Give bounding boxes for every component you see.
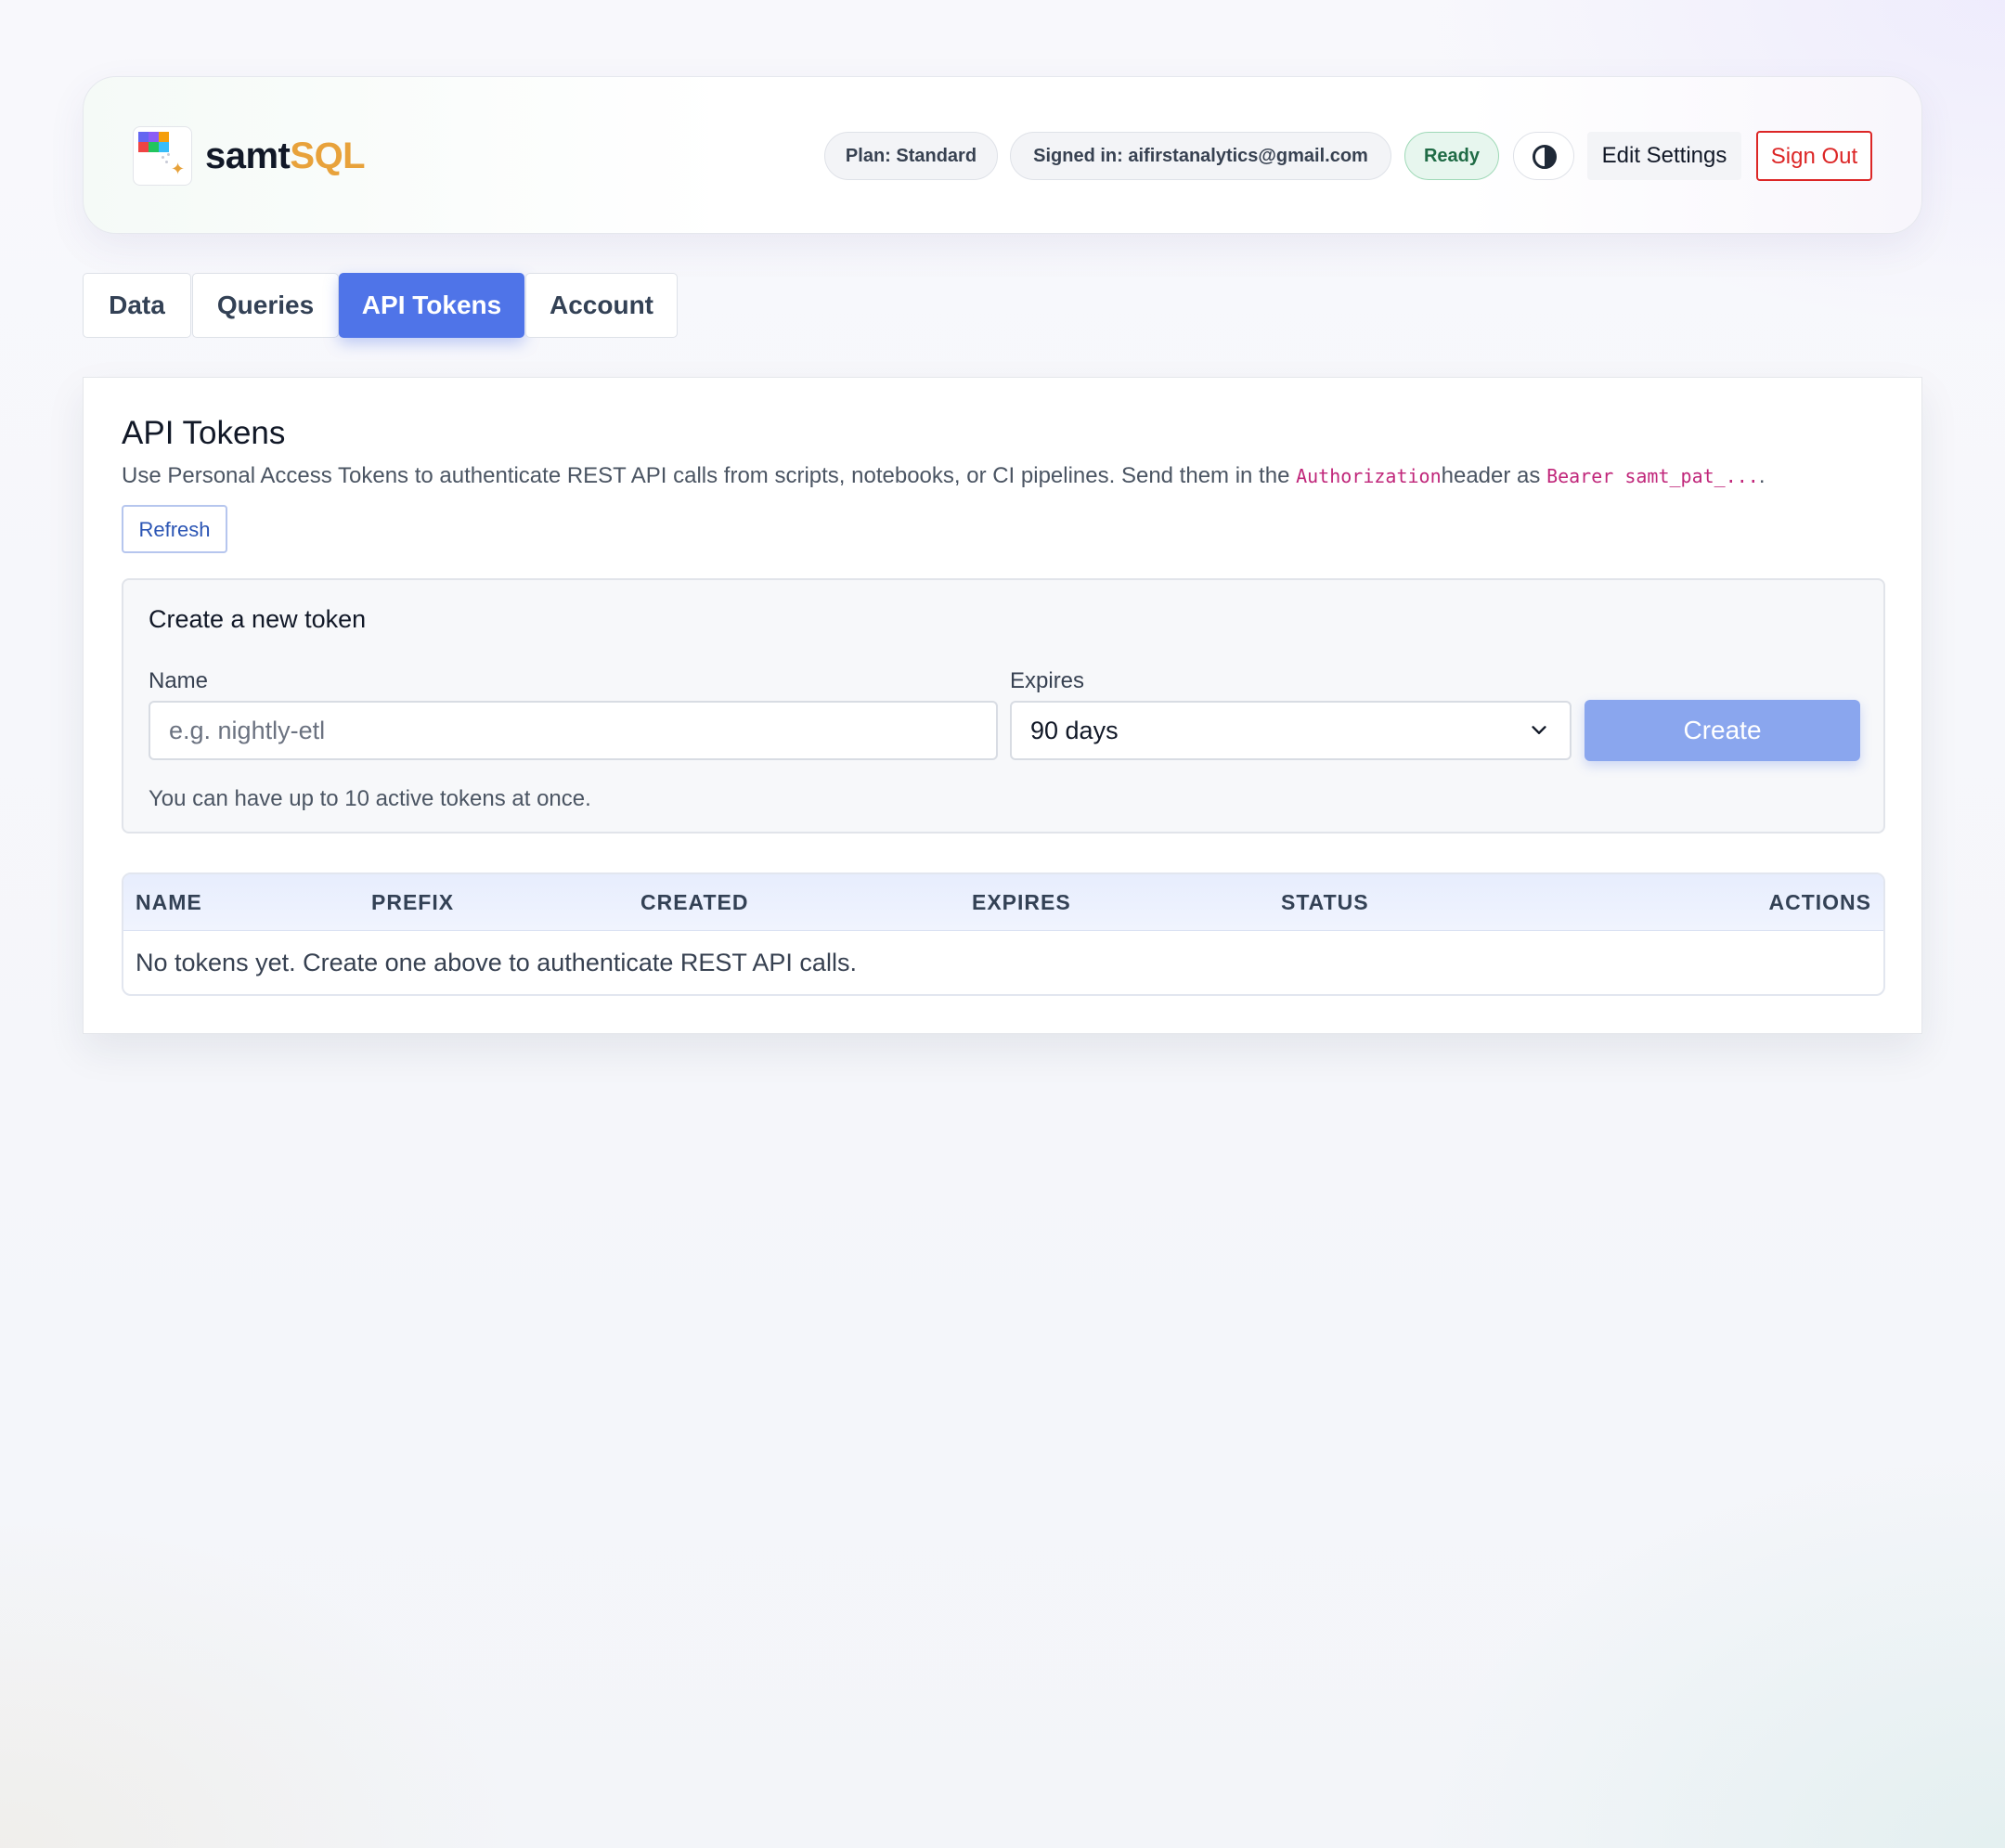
description-text-2: header as [1441,463,1547,488]
refresh-button[interactable]: Refresh [122,505,227,553]
tab-account[interactable]: Account [525,273,678,338]
authorization-code: Authorization [1296,465,1442,487]
brand-name-part1: samt [205,136,291,176]
description-text-1: Use Personal Access Tokens to authentica… [122,463,1297,488]
expires-select[interactable]: 90 days [1010,701,1572,760]
create-token-button[interactable]: Create [1585,700,1860,761]
sign-out-button[interactable]: Sign Out [1756,131,1872,181]
column-header-created: CREATED [640,890,749,914]
create-token-title: Create a new token [149,605,367,633]
tab-api-tokens[interactable]: API Tokens [339,273,524,338]
app-brand: samtSQL [205,133,366,179]
api-tokens-panel: API Tokens Use Personal Access Tokens to… [83,377,1922,1034]
column-header-actions: ACTIONS [1768,890,1871,914]
expires-selected-value: 90 days [1030,717,1119,744]
bearer-code: Bearer samt_pat_... [1546,465,1759,487]
create-token-card: Create a new token Name Expires 90 days … [122,578,1885,834]
sparkle-icon: ✦ [171,160,186,178]
status-badge: Ready [1404,132,1499,180]
theme-toggle-button[interactable] [1513,132,1574,180]
column-header-name: NAME [136,890,202,914]
page-title: API Tokens [122,415,286,451]
name-label: Name [149,668,209,693]
column-header-expires: EXPIRES [972,890,1071,914]
tab-data[interactable]: Data [83,273,191,338]
edit-settings-button[interactable]: Edit Settings [1587,132,1741,180]
column-header-status: STATUS [1281,890,1369,914]
plan-badge: Plan: Standard [824,132,998,180]
token-name-input[interactable] [149,701,998,760]
tab-queries[interactable]: Queries [192,273,339,338]
app-logo-icon: ✦ [133,126,192,186]
table-empty-message: No tokens yet. Create one above to authe… [136,949,857,976]
expires-label: Expires [1010,668,1085,693]
app-header: ✦ samtSQL Plan: Standard Signed in: aifi… [83,76,1922,234]
contrast-icon [1533,145,1557,169]
column-header-prefix: PREFIX [371,890,455,914]
tokens-table: NAME PREFIX CREATED EXPIRES STATUS ACTIO… [122,872,1885,996]
signed-in-badge: Signed in: aifirstanalytics@gmail.com [1010,132,1391,180]
table-header: NAME PREFIX CREATED EXPIRES STATUS ACTIO… [123,874,1883,931]
page-description: Use Personal Access Tokens to authentica… [122,463,1766,489]
brand-name-part2: SQL [290,136,366,176]
token-limit-hint: You can have up to 10 active tokens at o… [149,786,591,811]
chevron-down-icon [1532,726,1546,734]
description-text-3: . [1758,463,1766,488]
